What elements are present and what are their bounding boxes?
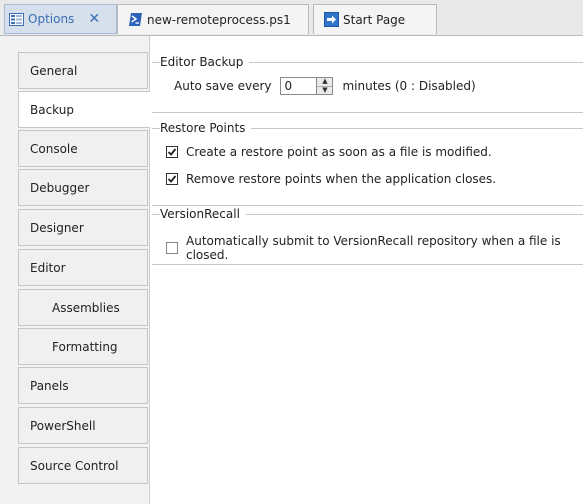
version-recall-title: VersionRecall [160,206,246,222]
tab-start-page-label: Start Page [343,12,406,27]
nav-item-source-control[interactable]: Source Control [18,447,148,484]
create-restore-point-row[interactable]: Create a restore point as soon as a file… [166,145,492,159]
close-icon[interactable]: ✕ [88,11,100,27]
remove-restore-points-checkbox[interactable] [166,173,178,185]
nav-item-backup[interactable]: Backup [18,91,150,128]
tab-start-page[interactable]: Start Page [313,4,437,34]
auto-submit-label: Automatically submit to VersionRecall re… [186,234,561,262]
nav-item-designer[interactable]: Designer [18,209,148,246]
tab-remote-process-label: new-remoteprocess.ps1 [147,12,291,27]
checkmark-icon [167,148,177,156]
backup-options-panel: Editor Backup Auto save every 0 ▲ ▼ minu… [151,36,583,504]
restore-points-title: Restore Points [160,120,252,136]
auto-submit-row[interactable]: Automatically submit to VersionRecall re… [166,234,583,262]
options-category-nav: General Backup Console Debugger Designer… [0,36,150,504]
remove-restore-points-label: Remove restore points when the applicati… [186,172,497,186]
tab-options[interactable]: Options ✕ [4,4,117,34]
nav-item-powershell[interactable]: PowerShell [18,407,148,444]
spin-buttons[interactable]: ▲ ▼ [317,77,334,95]
create-restore-point-label: Create a restore point as soon as a file… [186,145,492,159]
version-recall-group: VersionRecall Automatically submit to Ve… [152,206,583,265]
nav-item-editor[interactable]: Editor [18,249,148,286]
editor-backup-title: Editor Backup [160,54,250,70]
options-grid-icon [9,12,24,26]
powershell-file-icon [129,13,142,26]
nav-item-general[interactable]: General [18,52,148,89]
checkmark-icon [167,175,177,183]
spin-down-icon[interactable]: ▼ [317,86,332,95]
auto-save-label: Auto save every [174,79,272,93]
document-tab-strip: Options ✕ new-remoteprocess.ps1 Start Pa… [0,0,583,36]
restore-points-group: Restore Points Create a restore point as… [152,120,583,206]
nav-item-assemblies[interactable]: Assemblies [18,289,148,326]
nav-item-panels[interactable]: Panels [18,367,148,404]
remove-restore-points-row[interactable]: Remove restore points when the applicati… [166,172,496,186]
minutes-label: minutes (0 : Disabled) [342,79,476,93]
nav-item-formatting[interactable]: Formatting [18,328,148,365]
auto-submit-checkbox[interactable] [166,242,178,254]
editor-backup-group: Editor Backup Auto save every 0 ▲ ▼ minu… [152,54,583,113]
auto-save-input[interactable]: 0 [280,77,318,95]
arrow-page-icon [324,12,339,27]
nav-item-debugger[interactable]: Debugger [18,169,148,206]
tab-options-label: Options [28,12,75,26]
auto-save-row: Auto save every 0 ▲ ▼ minutes (0 : Disab… [174,77,476,95]
auto-save-stepper[interactable]: 0 ▲ ▼ [280,77,334,95]
nav-item-console[interactable]: Console [18,130,148,167]
create-restore-point-checkbox[interactable] [166,146,178,158]
tab-remote-process[interactable]: new-remoteprocess.ps1 [117,4,309,34]
